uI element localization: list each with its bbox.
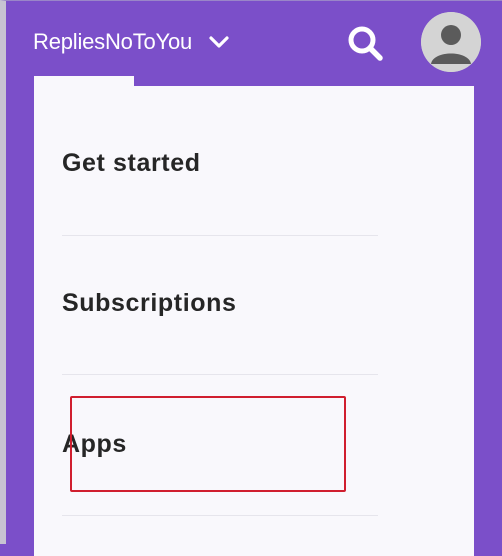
search-button[interactable]	[344, 22, 386, 64]
avatar[interactable]	[421, 12, 481, 72]
menu-item-label: Subscriptions	[62, 288, 237, 317]
top-bar: RepliesNoToYou	[0, 0, 502, 86]
account-switcher[interactable]: RepliesNoToYou	[33, 22, 232, 62]
menu-item-label: Get started	[62, 148, 201, 177]
menu-divider	[62, 515, 378, 516]
chevron-down-icon	[206, 29, 232, 55]
account-name: RepliesNoToYou	[33, 29, 193, 54]
user-avatar-icon	[421, 12, 481, 72]
search-icon	[346, 24, 384, 62]
menu-item-get-started[interactable]: Get started	[62, 143, 201, 183]
menu-item-apps[interactable]: Apps	[62, 424, 127, 464]
menu-divider	[62, 235, 378, 236]
menu-item-subscriptions[interactable]: Subscriptions	[62, 283, 237, 323]
menu-divider	[62, 374, 378, 375]
menu-item-label: Apps	[62, 429, 127, 458]
